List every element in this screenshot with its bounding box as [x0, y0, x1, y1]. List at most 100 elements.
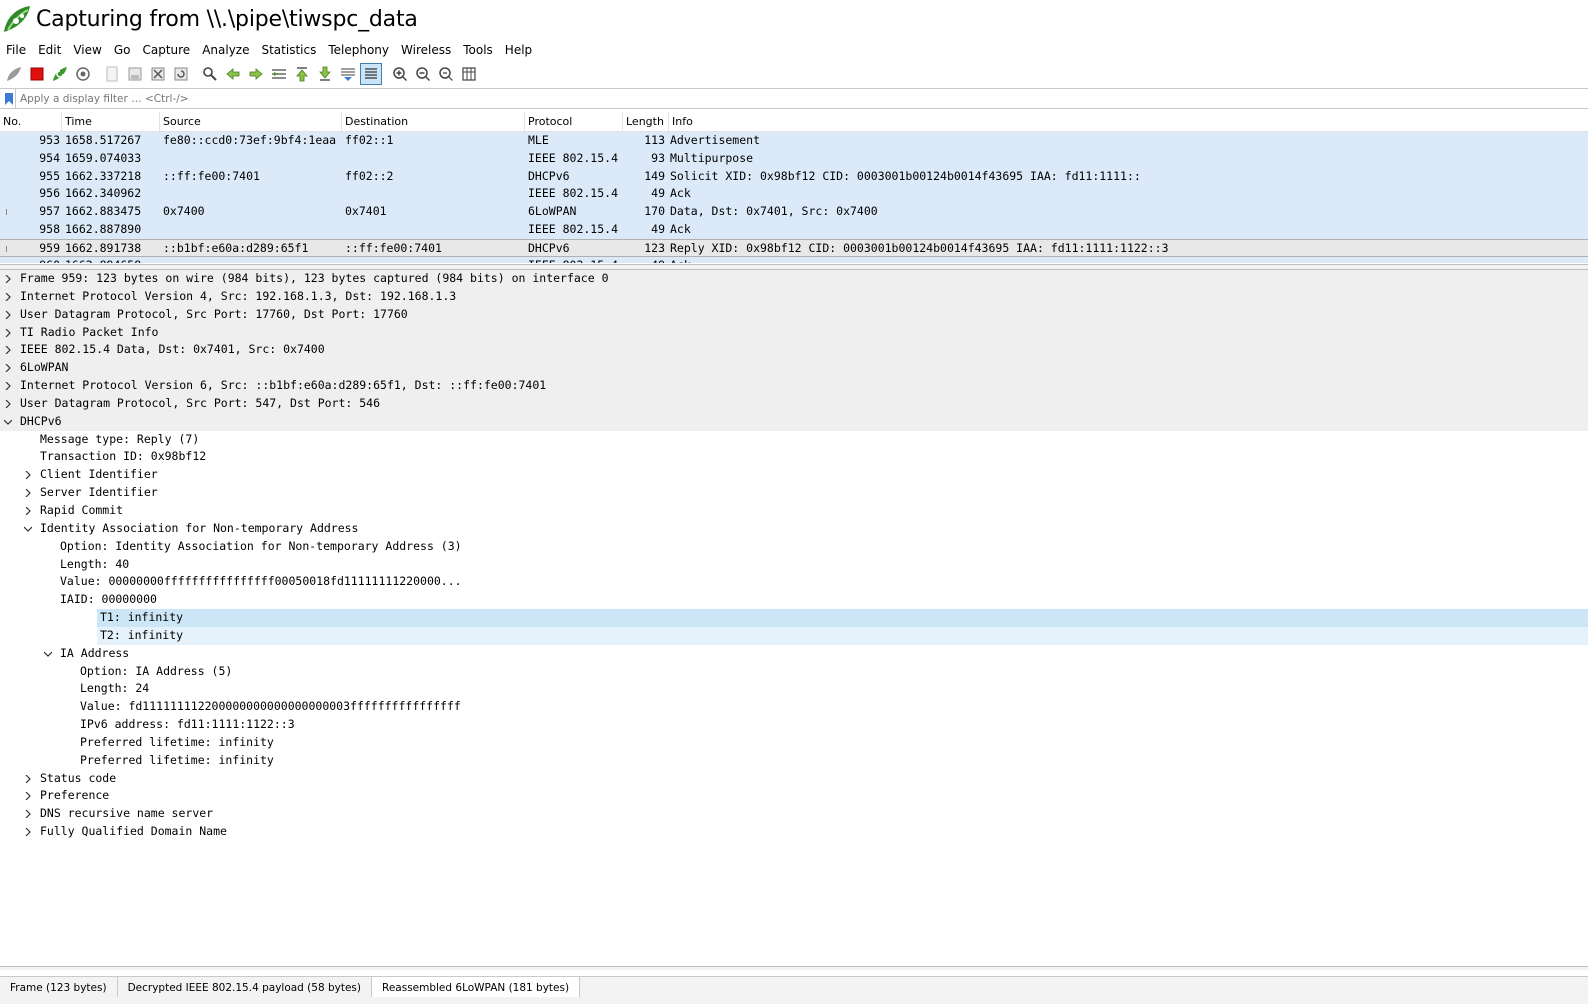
detail-row[interactable]: IPv6 address: fd11:1111:1122::3: [0, 716, 1588, 734]
expand-arrow-right-icon[interactable]: [2, 377, 14, 395]
stop-capture-icon[interactable]: [26, 63, 48, 85]
packet-row[interactable]: 956 1662.340962 IEEE 802.15.4 49 Ack: [0, 185, 1588, 204]
expand-arrow-right-icon[interactable]: [22, 770, 34, 788]
tab-reassembled-6lowpan[interactable]: Reassembled 6LoWPAN (181 bytes): [372, 977, 581, 997]
column-header-time[interactable]: Time: [62, 112, 160, 131]
column-header-info[interactable]: Info: [669, 112, 1588, 131]
expand-arrow-down-icon[interactable]: [42, 645, 54, 663]
column-header-destination[interactable]: Destination: [342, 112, 525, 131]
last-packet-icon[interactable]: [314, 63, 336, 85]
column-header-no[interactable]: No.: [0, 112, 62, 131]
column-header-protocol[interactable]: Protocol: [525, 112, 623, 131]
shark-start-icon[interactable]: [3, 63, 25, 85]
detail-row[interactable]: Length: 40: [0, 556, 1588, 574]
expand-arrow-right-icon[interactable]: [2, 395, 14, 413]
detail-row[interactable]: Preference: [0, 787, 1588, 805]
detail-row[interactable]: Value: fd111111112200000000000000000003f…: [0, 698, 1588, 716]
detail-row[interactable]: Transaction ID: 0x98bf12: [0, 448, 1588, 466]
column-header-length[interactable]: Length: [623, 112, 669, 131]
close-file-icon[interactable]: [147, 63, 169, 85]
expand-arrow-right-icon[interactable]: [22, 484, 34, 502]
detail-row[interactable]: Length: 24: [0, 680, 1588, 698]
expand-arrow-down-icon[interactable]: [22, 520, 34, 538]
bytes-pane-splitter[interactable]: [0, 966, 1588, 970]
menu-go[interactable]: Go: [108, 39, 137, 61]
autoscroll-icon[interactable]: [337, 63, 359, 85]
detail-row[interactable]: IAID: 00000000: [0, 591, 1588, 609]
menu-analyze[interactable]: Analyze: [196, 39, 255, 61]
expand-arrow-right-icon[interactable]: [2, 288, 14, 306]
menu-view[interactable]: View: [67, 39, 107, 61]
colorize-icon[interactable]: [360, 63, 382, 85]
zoom-out-icon[interactable]: [412, 63, 434, 85]
tab-decrypted-payload[interactable]: Decrypted IEEE 802.15.4 payload (58 byte…: [117, 977, 372, 997]
detail-row[interactable]: User Datagram Protocol, Src Port: 547, D…: [0, 394, 1588, 413]
packet-row[interactable]: 959 1662.891738::b1bf:e60a:d289:65f1::ff:…: [0, 238, 1588, 257]
packet-row[interactable]: 955 1662.337218::ff:fe00:7401 ff02::2 DHCPv…: [0, 167, 1588, 186]
detail-row[interactable]: DHCPv6: [0, 412, 1588, 431]
detail-row[interactable]: Internet Protocol Version 4, Src: 192.16…: [0, 287, 1588, 306]
expand-arrow-right-icon[interactable]: [2, 270, 14, 288]
reload-file-icon[interactable]: [170, 63, 192, 85]
expand-arrow-right-icon[interactable]: [22, 466, 34, 484]
detail-row[interactable]: Fully Qualified Domain Name: [0, 823, 1588, 841]
expand-arrow-right-icon[interactable]: [22, 502, 34, 520]
menu-file[interactable]: File: [0, 39, 32, 61]
detail-row[interactable]: T1: infinity: [97, 609, 1588, 627]
go-forward-icon[interactable]: [245, 63, 267, 85]
detail-row[interactable]: User Datagram Protocol, Src Port: 17760,…: [0, 305, 1588, 324]
expand-arrow-right-icon[interactable]: [22, 787, 34, 805]
packet-row[interactable]: 954 1659.074033 IEEE 802.15.4 93 Multipurpos…: [0, 149, 1588, 168]
detail-row[interactable]: 6LoWPAN: [0, 359, 1588, 378]
detail-row[interactable]: Message type: Reply (7): [0, 431, 1588, 449]
detail-row[interactable]: Preferred lifetime: infinity: [0, 734, 1588, 752]
detail-row[interactable]: Status code: [0, 770, 1588, 788]
packet-row[interactable]: 958 1662.887890 IEEE 802.15.4 49 Ack: [0, 220, 1588, 239]
expand-arrow-right-icon[interactable]: [2, 324, 14, 342]
go-back-icon[interactable]: [222, 63, 244, 85]
go-to-packet-icon[interactable]: [268, 63, 290, 85]
packet-row[interactable]: 953 1658.517267 fe80::ccd0:73ef:9bf4:1eaa f…: [0, 132, 1588, 150]
menu-edit[interactable]: Edit: [32, 39, 67, 61]
detail-row[interactable]: Client Identifier: [0, 466, 1588, 484]
column-header-source[interactable]: Source: [160, 112, 342, 131]
open-file-icon[interactable]: [101, 63, 123, 85]
detail-row[interactable]: T2: infinity: [97, 626, 1588, 645]
detail-row[interactable]: DNS recursive name server: [0, 805, 1588, 823]
detail-row[interactable]: IEEE 802.15.4 Data, Dst: 0x7401, Src: 0x…: [0, 341, 1588, 360]
expand-arrow-right-icon[interactable]: [2, 341, 14, 359]
detail-row[interactable]: Value: 00000000ffffffffffffffff00050018f…: [0, 573, 1588, 591]
tab-frame-bytes[interactable]: Frame (123 bytes): [0, 977, 118, 997]
menu-wireless[interactable]: Wireless: [395, 39, 457, 61]
menu-capture[interactable]: Capture: [136, 39, 196, 61]
expand-arrow-right-icon[interactable]: [2, 359, 14, 377]
expand-arrow-down-icon[interactable]: [2, 413, 14, 431]
detail-row[interactable]: IA Address: [0, 645, 1588, 663]
find-packet-icon[interactable]: [199, 63, 221, 85]
detail-row[interactable]: TI Radio Packet Info: [0, 323, 1588, 342]
detail-row[interactable]: Rapid Commit: [0, 502, 1588, 520]
first-packet-icon[interactable]: [291, 63, 313, 85]
restart-capture-icon[interactable]: [49, 63, 71, 85]
expand-arrow-right-icon[interactable]: [22, 823, 34, 841]
normal-size-icon[interactable]: [435, 63, 457, 85]
display-filter-input[interactable]: [20, 92, 1520, 105]
detail-row[interactable]: Frame 959: 123 bytes on wire (984 bits),…: [0, 270, 1588, 288]
save-file-icon[interactable]: [124, 63, 146, 85]
detail-row[interactable]: Option: Identity Association for Non-tem…: [0, 538, 1588, 556]
menu-help[interactable]: Help: [499, 39, 538, 61]
detail-row[interactable]: Identity Association for Non-temporary A…: [0, 520, 1588, 538]
packet-row[interactable]: 957 1662.883475 0x7400 0x7401 6LoWPAN 170 Data…: [0, 203, 1588, 221]
zoom-in-icon[interactable]: [389, 63, 411, 85]
bookmark-icon[interactable]: [2, 89, 16, 108]
menu-tools[interactable]: Tools: [457, 39, 499, 61]
detail-row[interactable]: Option: IA Address (5): [0, 663, 1588, 681]
menu-telephony[interactable]: Telephony: [322, 39, 395, 61]
expand-arrow-right-icon[interactable]: [2, 306, 14, 324]
expand-arrow-right-icon[interactable]: [22, 805, 34, 823]
menu-statistics[interactable]: Statistics: [255, 39, 322, 61]
resize-columns-icon[interactable]: [458, 63, 480, 85]
detail-row[interactable]: Server Identifier: [0, 484, 1588, 502]
detail-row[interactable]: Preferred lifetime: infinity: [0, 752, 1588, 770]
detail-row[interactable]: Internet Protocol Version 6, Src: ::b1bf…: [0, 377, 1588, 395]
